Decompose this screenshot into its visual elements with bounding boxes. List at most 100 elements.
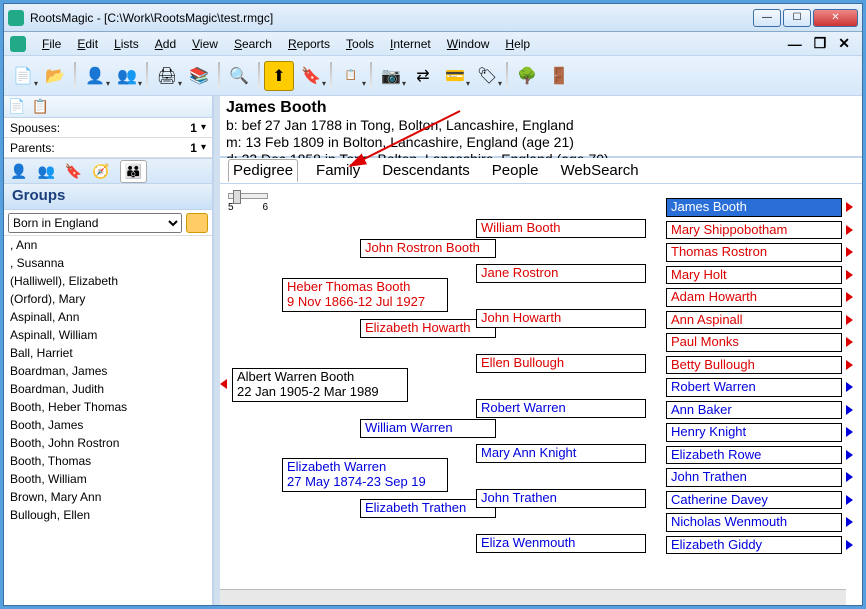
expand-arrow[interactable]: [846, 315, 853, 325]
menu-lists[interactable]: Lists: [106, 35, 147, 53]
pedigree-box[interactable]: Ellen Bullough: [476, 354, 646, 373]
expand-arrow[interactable]: [846, 360, 853, 370]
lp-clip-icon[interactable]: 📋: [31, 98, 48, 115]
pedigree-box[interactable]: Elizabeth Giddy: [666, 536, 842, 555]
tb-add-person[interactable]: 👤▾: [80, 61, 110, 91]
generation-slider[interactable]: 56: [228, 190, 268, 213]
list-item[interactable]: (Halliwell), Elizabeth: [4, 272, 212, 290]
tab-people[interactable]: People: [488, 160, 543, 181]
tb-search[interactable]: 🔍: [224, 61, 254, 91]
expand-arrow[interactable]: [846, 540, 853, 550]
tab-family-icon[interactable]: 👥: [37, 163, 54, 180]
mdi-close[interactable]: ✕: [832, 35, 856, 52]
expand-arrow[interactable]: [846, 382, 853, 392]
pedigree-box[interactable]: Jane Rostron: [476, 264, 646, 283]
tab-descendants[interactable]: Descendants: [378, 160, 474, 181]
menu-edit[interactable]: Edit: [69, 35, 106, 53]
tb-camera[interactable]: 📷▾: [376, 61, 406, 91]
pedigree-box[interactable]: John Trathen: [666, 468, 842, 487]
pedigree-box[interactable]: Paul Monks: [666, 333, 842, 352]
mdi-minimize[interactable]: —: [782, 36, 808, 52]
pedigree-box[interactable]: Mary Shippobotham: [666, 221, 842, 240]
menu-window[interactable]: Window: [439, 35, 498, 53]
tb-card[interactable]: 💳▾: [440, 61, 470, 91]
menu-file[interactable]: File: [34, 35, 69, 53]
maximize-button[interactable]: ☐: [783, 9, 811, 27]
lp-doc-icon[interactable]: 📄: [8, 98, 25, 115]
list-item[interactable]: Booth, John Rostron: [4, 434, 212, 452]
expand-arrow[interactable]: [846, 270, 853, 280]
list-item[interactable]: Brown, Mary Ann: [4, 488, 212, 506]
menu-reports[interactable]: Reports: [280, 35, 338, 53]
expand-arrow[interactable]: [846, 337, 853, 347]
list-item[interactable]: Aspinall, Ann: [4, 308, 212, 326]
pedigree-box[interactable]: John Howarth: [476, 309, 646, 328]
pedigree-box[interactable]: Robert Warren: [476, 399, 646, 418]
list-item[interactable]: Booth, Thomas: [4, 452, 212, 470]
tab-bookmark-icon[interactable]: 🔖: [65, 163, 82, 180]
expand-arrow[interactable]: [846, 292, 853, 302]
tab-family[interactable]: Family: [312, 160, 364, 181]
horizontal-scrollbar[interactable]: [220, 589, 846, 605]
spouses-row[interactable]: Spouses: 1 ▾: [4, 118, 212, 138]
pedigree-box[interactable]: Elizabeth Warren27 May 1874-23 Sep 19: [282, 458, 448, 492]
minimize-button[interactable]: —: [753, 9, 781, 27]
list-item[interactable]: Boardman, James: [4, 362, 212, 380]
list-item[interactable]: Booth, Heber Thomas: [4, 398, 212, 416]
menu-help[interactable]: Help: [497, 35, 538, 53]
pedigree-box[interactable]: Adam Howarth: [666, 288, 842, 307]
list-item[interactable]: Booth, William: [4, 470, 212, 488]
pedigree-box[interactable]: Heber Thomas Booth9 Nov 1866-12 Jul 1927: [282, 278, 448, 312]
pedigree-box[interactable]: Betty Bullough: [666, 356, 842, 375]
mdi-restore[interactable]: ❐: [808, 35, 833, 52]
tab-person-icon[interactable]: 👤: [10, 163, 27, 180]
expand-arrow[interactable]: [846, 450, 853, 460]
list-item[interactable]: Aspinall, William: [4, 326, 212, 344]
tb-new[interactable]: 📄▾: [8, 61, 38, 91]
expand-arrow[interactable]: [846, 247, 853, 257]
expand-arrow[interactable]: [846, 495, 853, 505]
pedigree-box[interactable]: Mary Holt: [666, 266, 842, 285]
pedigree-box[interactable]: Ann Aspinall: [666, 311, 842, 330]
pedigree-box[interactable]: Elizabeth Rowe: [666, 446, 842, 465]
pedigree-box[interactable]: Robert Warren: [666, 378, 842, 397]
tab-pedigree[interactable]: Pedigree: [228, 159, 298, 182]
pedigree-box[interactable]: William Warren: [360, 419, 496, 438]
pedigree-box[interactable]: Thomas Rostron: [666, 243, 842, 262]
pedigree-box[interactable]: Catherine Davey: [666, 491, 842, 510]
pedigree-box[interactable]: Nicholas Wenmouth: [666, 513, 842, 532]
pedigree-box[interactable]: James Booth: [666, 198, 842, 217]
tb-merge[interactable]: ⇄: [408, 61, 438, 91]
close-button[interactable]: ✕: [813, 9, 858, 27]
menu-tools[interactable]: Tools: [338, 35, 382, 53]
menu-add[interactable]: Add: [147, 35, 184, 53]
list-item[interactable]: Ball, Harriet: [4, 344, 212, 362]
tab-websearch[interactable]: WebSearch: [557, 160, 643, 181]
tb-exit[interactable]: 🚪: [544, 61, 574, 91]
pedigree-box[interactable]: John Trathen: [476, 489, 646, 508]
pedigree-box[interactable]: Albert Warren Booth22 Jan 1905-2 Mar 198…: [232, 368, 408, 402]
menu-view[interactable]: View: [184, 35, 226, 53]
menu-search[interactable]: Search: [226, 35, 280, 53]
tb-label[interactable]: 🏷▾: [472, 61, 502, 91]
tb-edit-person[interactable]: 👥▾: [112, 61, 142, 91]
list-item[interactable]: , Ann: [4, 236, 212, 254]
pedigree-box[interactable]: Eliza Wenmouth: [476, 534, 646, 553]
list-item[interactable]: (Orford), Mary: [4, 290, 212, 308]
parents-row[interactable]: Parents: 1 ▾: [4, 138, 212, 158]
tb-tree[interactable]: 🌳: [512, 61, 542, 91]
pedigree-box[interactable]: Henry Knight: [666, 423, 842, 442]
list-item[interactable]: Booth, James: [4, 416, 212, 434]
tb-books[interactable]: 📚: [184, 61, 214, 91]
tb-bookmark[interactable]: 🔖▾: [296, 61, 326, 91]
groups-select[interactable]: Born in England: [8, 213, 182, 233]
expand-arrow[interactable]: [846, 427, 853, 437]
expand-arrow[interactable]: [220, 379, 227, 389]
groups-folder-button[interactable]: [186, 213, 208, 233]
tb-print[interactable]: 🖨▾: [152, 61, 182, 91]
list-item[interactable]: , Susanna: [4, 254, 212, 272]
pedigree-box[interactable]: Ann Baker: [666, 401, 842, 420]
expand-arrow[interactable]: [846, 405, 853, 415]
pedigree-box[interactable]: John Rostron Booth: [360, 239, 496, 258]
list-item[interactable]: Boardman, Judith: [4, 380, 212, 398]
